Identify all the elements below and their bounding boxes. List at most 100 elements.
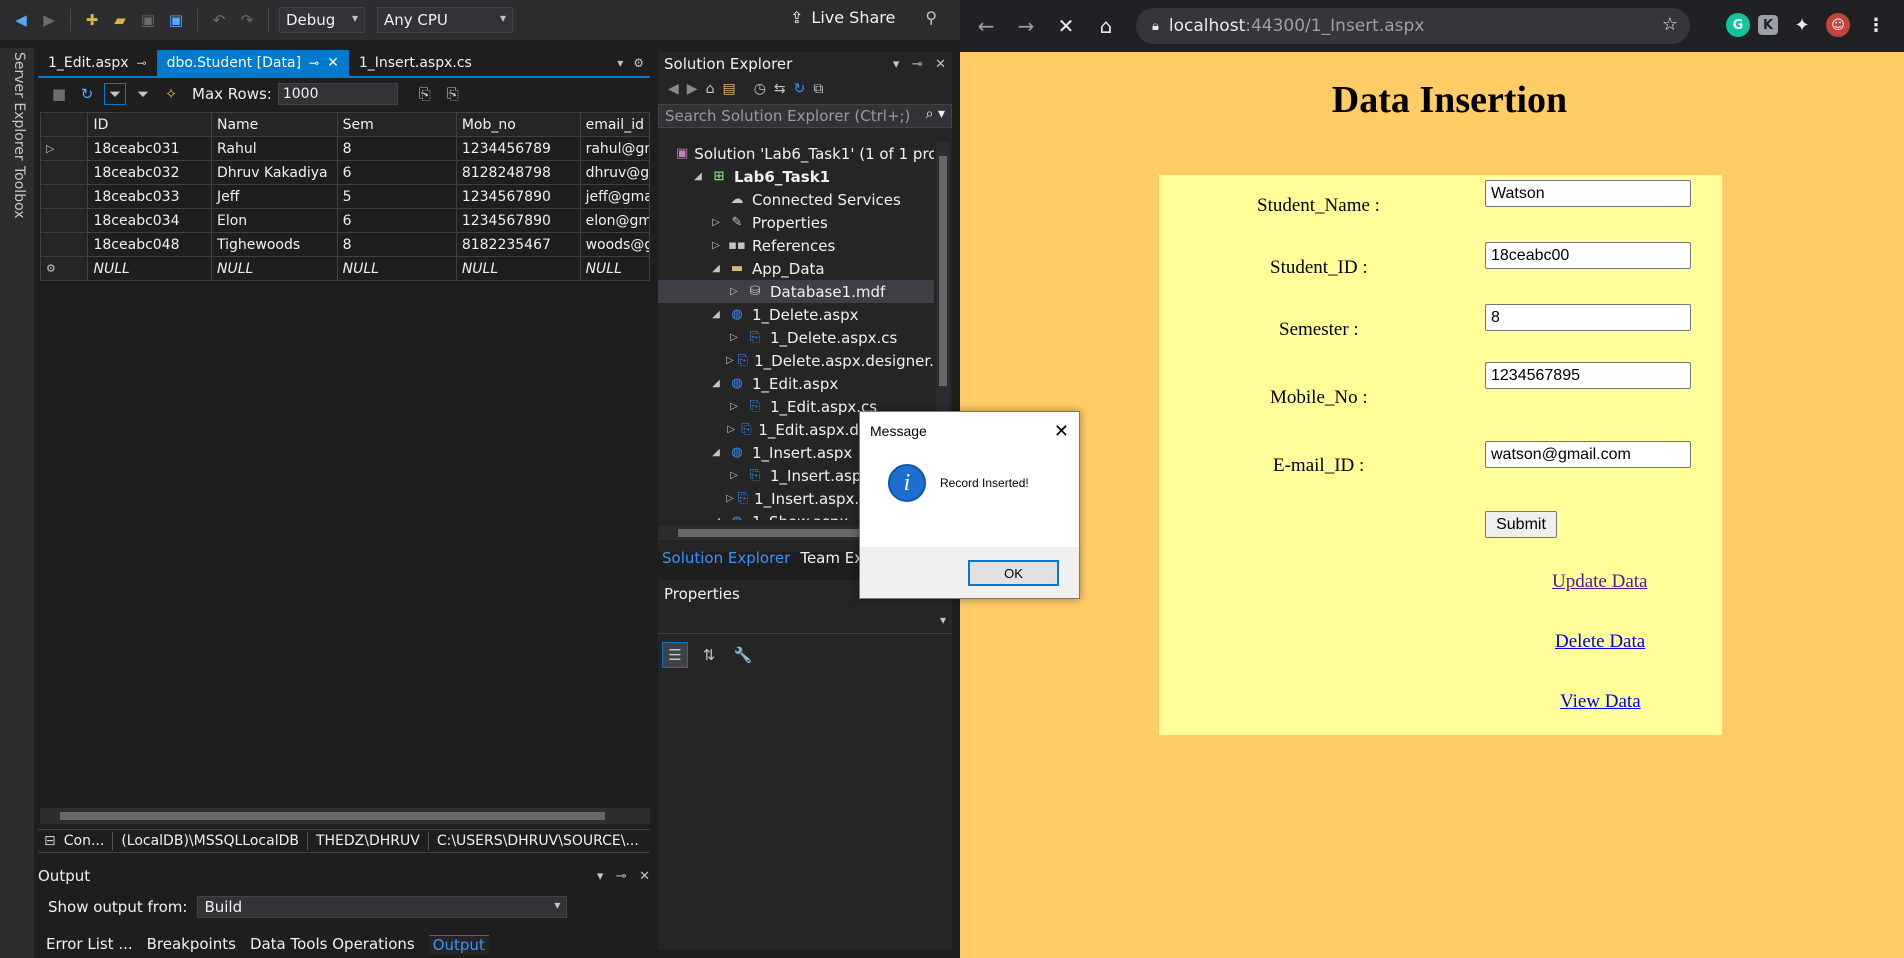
extension-icon[interactable]: K [1758,15,1778,35]
table-cell[interactable]: 18ceabc031 [87,136,212,161]
tab-edit-aspx[interactable]: 1_Edit.aspx ⊸ [38,50,157,76]
expander-icon[interactable]: ▷ [726,355,734,366]
forward-icon[interactable]: → [1006,6,1046,46]
menu-icon[interactable]: ⋮ [1864,13,1888,37]
history-icon[interactable]: ◷ [754,81,766,97]
dropdown-icon[interactable]: ▾ [893,57,900,72]
expander-icon[interactable]: ▷ [726,401,742,412]
table-cell[interactable]: rahul@gmail.com [579,136,650,161]
feedback-icon[interactable]: ⚲ [925,8,937,27]
property-pages-icon[interactable]: 🔧 [730,642,756,668]
table-cell[interactable]: 1234567890 [455,184,581,209]
tree-node[interactable]: ▷ ⛁ Database1.mdf [658,280,934,303]
expander-icon[interactable]: ▷ [708,240,724,251]
table-row[interactable]: 18ceabc032 Dhruv Kakadiya 6 8128248798 dhruv… [40,160,650,185]
close-icon[interactable]: ✕ [1054,421,1069,442]
email-id-input[interactable] [1485,441,1691,468]
pin-icon[interactable]: ⊸ [616,869,627,884]
expander-icon[interactable]: ◢ [708,263,724,274]
row-header[interactable] [40,160,89,185]
table-cell[interactable]: 6 [336,208,457,233]
table-cell[interactable]: 1234456789 [455,136,581,161]
table-cell[interactable]: woods@gmail.com [579,232,650,257]
scroll-thumb[interactable] [60,812,605,820]
home-icon[interactable]: ⌂ [706,81,715,97]
collapse-all-icon[interactable]: ⧉ [813,81,823,97]
expander-icon[interactable]: ◢ [708,516,724,520]
null-cell[interactable]: NULL [87,256,212,281]
back-icon[interactable]: ← [966,6,1006,46]
column-header[interactable]: Name [210,112,338,137]
table-cell[interactable]: Elon [210,208,338,233]
ok-button[interactable]: OK [968,560,1059,586]
table-cell[interactable]: 5 [336,184,457,209]
alphabetical-icon[interactable]: ⇅ [696,642,722,668]
null-cell[interactable]: NULL [455,256,581,281]
scroll-thumb[interactable] [939,156,947,386]
null-cell[interactable]: NULL [210,256,338,281]
table-cell[interactable]: Dhruv Kakadiya [210,160,338,185]
back-icon[interactable]: ◀ [10,9,32,31]
update-data-link[interactable]: Update Data [1552,571,1647,593]
column-header[interactable]: email_id [579,112,650,137]
row-header[interactable] [40,232,89,257]
address-bar[interactable]: 🔒︎ localhost:44300/1_Insert.aspx ☆ [1136,8,1690,44]
table-cell[interactable]: 18ceabc034 [87,208,212,233]
tab-output[interactable]: Output [428,934,489,954]
categorized-icon[interactable]: ☰ [662,642,688,668]
tree-node[interactable]: ◢ ⊞ Lab6_Task1 [658,165,934,188]
grammarly-icon[interactable]: G [1726,13,1750,37]
table-row[interactable]: 18ceabc033Jeff51234567890jeff@gmail.com [40,184,650,209]
tree-node[interactable]: ☁ Connected Services [658,188,934,211]
home-icon[interactable]: ⌂ [1086,6,1126,46]
max-rows-input[interactable] [277,83,398,105]
sync-icon[interactable]: ⇆ [774,81,786,97]
null-cell[interactable]: NULL [336,256,457,281]
tree-node[interactable]: ▣ Solution 'Lab6_Task1' (1 of 1 project) [658,142,934,165]
table-cell[interactable]: 18ceabc032 [87,160,212,185]
new-row[interactable]: ⚙ NULL NULL NULL NULL NULL [40,256,650,281]
close-icon[interactable]: ✕ [327,55,339,71]
profile-avatar[interactable]: ☺ [1826,13,1850,37]
live-share-button[interactable]: ⇪ Live Share ⚲ [790,8,937,27]
switch-views-icon[interactable]: ▤ [722,81,735,97]
stop-icon[interactable]: ■ [48,83,70,105]
filter-icon[interactable]: ⏷ [132,83,154,105]
expander-icon[interactable]: ▷ [708,217,724,228]
student-name-input[interactable] [1485,180,1691,207]
table-cell[interactable]: 1234567890 [455,208,581,233]
expander-icon[interactable]: ◢ [708,378,724,389]
tab-list-dropdown-icon[interactable]: ▾ [613,50,627,76]
bookmark-star-icon[interactable]: ☆ [1662,14,1678,35]
solution-search-input[interactable]: Search Solution Explorer (Ctrl+;) [658,104,952,128]
pin-icon[interactable]: ⊸ [912,57,923,72]
stop-loading-icon[interactable]: ✕ [1046,6,1086,46]
refresh-icon[interactable]: ↻ [794,81,806,97]
null-cell[interactable]: NULL [579,256,650,281]
properties-object-select[interactable] [658,610,952,634]
dropdown-icon[interactable]: ▾ [597,869,604,884]
tree-node[interactable]: ▷ ▪▪ References [658,234,934,257]
table-cell[interactable]: 8 [336,232,457,257]
delete-data-link[interactable]: Delete Data [1555,631,1645,653]
expander-icon[interactable]: ▷ [726,470,742,481]
scroll-thumb[interactable] [678,529,878,537]
tab-breakpoints[interactable]: Breakpoints [147,935,236,953]
table-cell[interactable]: 18ceabc048 [87,232,212,257]
expander-icon[interactable]: ▷ [726,424,737,435]
close-icon[interactable]: ✕ [639,869,650,884]
row-header[interactable] [40,184,89,209]
expander-icon[interactable]: ▷ [726,332,742,343]
save-icon[interactable]: ▣ [137,9,159,31]
table-cell[interactable]: Jeff [210,184,338,209]
back-icon[interactable]: ◀ [668,81,679,97]
output-source-select[interactable]: Build [197,896,568,918]
tree-node[interactable]: ▷ ⎘ 1_Delete.aspx.designer.cs [658,349,934,372]
table-cell[interactable]: 8128248798 [455,160,581,185]
mobile-no-input[interactable] [1485,362,1691,389]
semester-input[interactable] [1485,304,1691,331]
view-data-link[interactable]: View Data [1560,691,1641,713]
gear-icon[interactable]: ⚙ [627,50,650,76]
column-header[interactable]: Mob_no [455,112,581,137]
refresh-icon[interactable]: ↻ [76,83,98,105]
